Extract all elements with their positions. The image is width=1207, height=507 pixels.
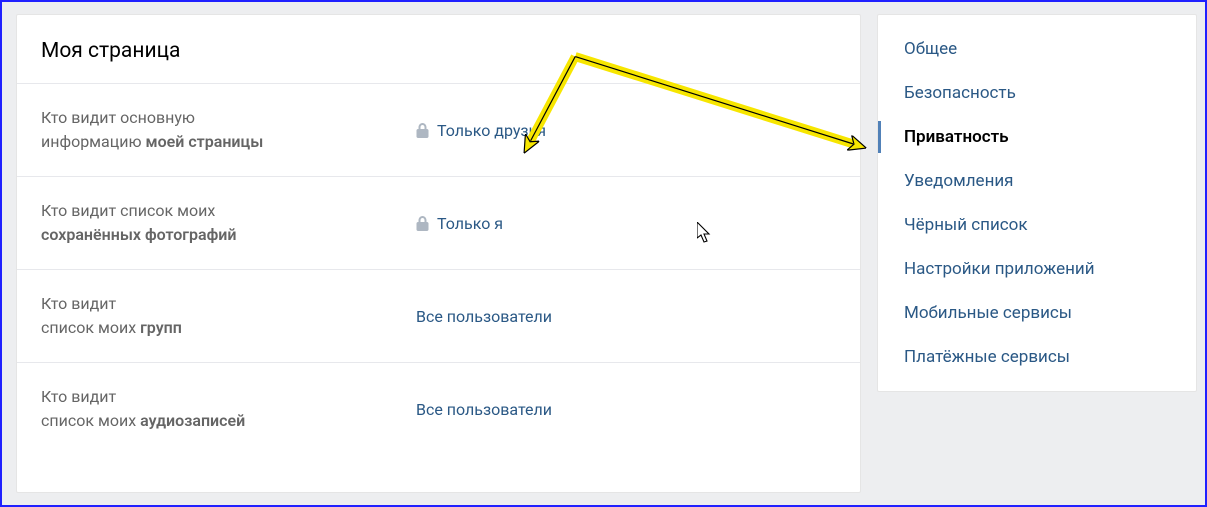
settings-sidebar: Общее Безопасность Приватность Уведомлен… xyxy=(877,14,1197,392)
main-panel: Моя страница Кто видит основную информац… xyxy=(16,14,861,493)
lock-icon xyxy=(416,123,429,138)
sidebar-item-general[interactable]: Общее xyxy=(878,27,1196,71)
sidebar-item-security[interactable]: Безопасность xyxy=(878,71,1196,115)
setting-label: Кто видит основную информацию моей стран… xyxy=(41,106,416,154)
sidebar-item-mobile[interactable]: Мобильные сервисы xyxy=(878,291,1196,335)
app-frame: Моя страница Кто видит основную информац… xyxy=(0,0,1207,507)
section-title: Моя страница xyxy=(17,15,860,84)
sidebar-item-notifications[interactable]: Уведомления xyxy=(878,159,1196,203)
setting-row: Кто видит список моих сохранённых фотогр… xyxy=(17,177,860,270)
setting-row: Кто видит список моих аудиозаписей Все п… xyxy=(17,363,860,455)
layout: Моя страница Кто видит основную информац… xyxy=(2,2,1205,505)
setting-row: Кто видит основную информацию моей стран… xyxy=(17,84,860,177)
lock-icon xyxy=(416,216,429,231)
setting-value-text: Все пользователи xyxy=(416,307,552,326)
setting-label: Кто видит список моих групп xyxy=(41,292,416,340)
setting-value-text: Только я xyxy=(437,214,503,233)
setting-value-text: Только друзья xyxy=(437,121,546,140)
setting-value-dropdown[interactable]: Только я xyxy=(416,214,503,233)
setting-value-dropdown[interactable]: Все пользователи xyxy=(416,400,552,419)
setting-value-dropdown[interactable]: Только друзья xyxy=(416,121,546,140)
sidebar-item-payment[interactable]: Платёжные сервисы xyxy=(878,335,1196,379)
sidebar-item-privacy[interactable]: Приватность xyxy=(878,115,1196,159)
sidebar-item-blacklist[interactable]: Чёрный список xyxy=(878,203,1196,247)
sidebar-item-app-settings[interactable]: Настройки приложений xyxy=(878,247,1196,291)
setting-value-dropdown[interactable]: Все пользователи xyxy=(416,307,552,326)
setting-label: Кто видит список моих сохранённых фотогр… xyxy=(41,199,416,247)
setting-row: Кто видит список моих групп Все пользова… xyxy=(17,270,860,363)
setting-label: Кто видит список моих аудиозаписей xyxy=(41,385,416,433)
setting-value-text: Все пользователи xyxy=(416,400,552,419)
